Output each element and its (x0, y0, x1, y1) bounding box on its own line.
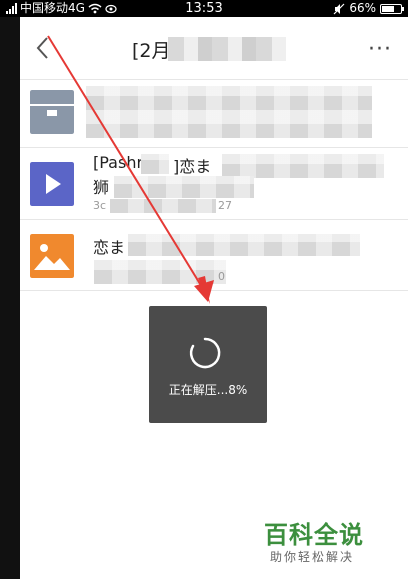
more-options-icon[interactable]: ··· (368, 37, 392, 62)
mute-icon (333, 3, 345, 14)
page-title: [2月 (132, 40, 171, 62)
watermark-logo-title: 百科全说 (264, 521, 364, 549)
extract-progress-toast: 正在解压...8% (149, 306, 267, 423)
redacted-meta (110, 199, 216, 213)
file-name: [Pashr (93, 153, 144, 172)
file-name: 恋ま (93, 238, 126, 257)
video-icon (30, 162, 74, 206)
file-name-line2: 狮 (93, 178, 110, 197)
status-right: 66% (333, 0, 404, 17)
file-row[interactable]: 恋ま 0 (20, 219, 408, 291)
redacted-file-name (114, 176, 254, 198)
image-icon (30, 234, 74, 278)
redacted-meta (94, 260, 226, 284)
redacted-segment (141, 154, 169, 174)
battery-icon (380, 3, 404, 14)
loading-spinner-icon (189, 337, 221, 369)
redacted-title (168, 37, 286, 61)
file-row[interactable] (20, 79, 408, 148)
toast-message: 正在解压...8% (168, 383, 248, 397)
file-row[interactable]: [Pashr ]恋ま 狮 3c 27 (20, 147, 408, 220)
back-icon[interactable] (30, 34, 58, 62)
redacted-file-name (86, 86, 372, 138)
battery-percent: 66% (349, 1, 376, 15)
file-name-suffix: ]恋ま (173, 157, 212, 176)
redacted-file-name (222, 154, 384, 178)
file-meta-suffix: 0 (218, 270, 225, 283)
archive-icon (30, 90, 74, 134)
redacted-file-name (128, 234, 360, 256)
title-bar: [2月 ··· (20, 17, 408, 79)
file-meta: 3c (93, 199, 107, 212)
status-bar: 中国移动4G 13:53 66% (0, 0, 408, 17)
watermark-subtitle: 助你轻松解决 (270, 550, 355, 564)
file-browser: [2月 ··· [Pashr ]恋ま 狮 3c 27 恋ま 0 正在解压...8… (20, 17, 408, 579)
file-meta-suffix: 27 (218, 199, 232, 212)
